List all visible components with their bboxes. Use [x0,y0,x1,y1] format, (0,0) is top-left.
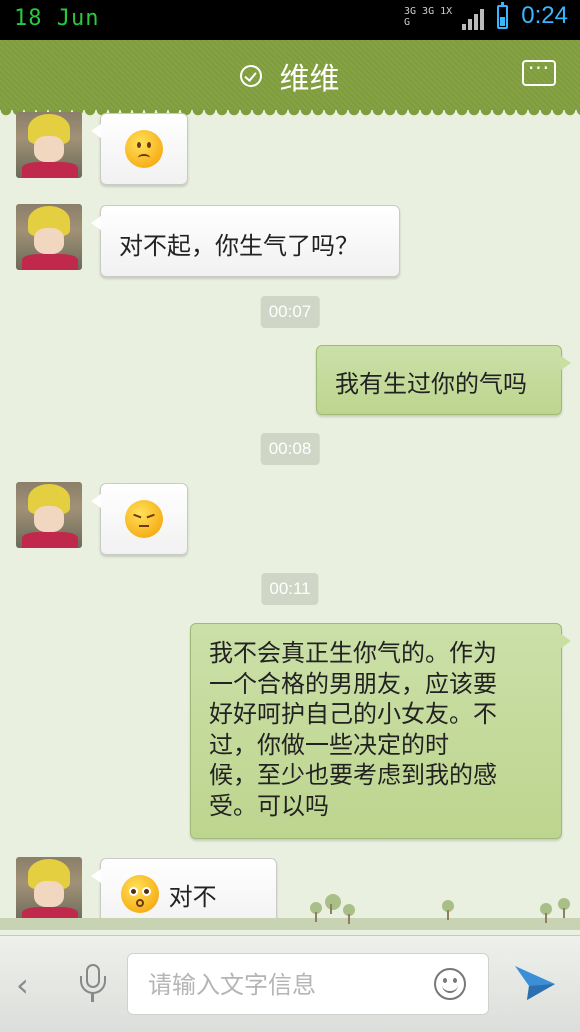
tree-decoration [310,902,322,922]
chevron-left-icon[interactable]: ‹ [16,966,29,1004]
tree-decoration [558,898,570,918]
message-line: 我不会真正生你气的。作为 [209,639,497,667]
contact-avatar[interactable] [16,204,82,270]
battery-icon [497,2,508,29]
message-timestamp: 00:08 [260,433,320,465]
message-timestamp: 00:07 [260,296,320,328]
status-time: 0:24 [521,2,568,29]
message-text: 我有生过你的气吗 [335,370,527,398]
message-line: 好好呵护自己的小女友。不 [209,700,497,728]
message-timestamp: 00:11 [261,573,319,605]
chat-header: 维维 ··· [0,40,580,116]
input-bar: ‹ [0,935,580,1032]
message-line: 一个合格的男朋友，应该要 [209,669,497,698]
network-indicator: 3G 3G 1X G [404,6,453,28]
contact-name[interactable]: 维维 [280,62,340,97]
emoji-picker-icon[interactable] [434,968,466,1000]
message-line: 过，你做一些决定的时 [209,730,449,759]
message-input-box[interactable] [127,953,489,1016]
more-menu-button[interactable]: ··· [522,58,556,86]
decorative-ground [0,918,580,930]
message-bubble-outgoing[interactable]: 我有生过你的气吗 [316,345,571,415]
check-circle-icon [240,65,263,87]
message-input[interactable] [146,954,430,1016]
microphone-icon[interactable] [78,964,108,1006]
message-bubble-incoming[interactable] [91,113,188,185]
signal-icon [462,8,484,30]
squint-face-icon [125,500,163,538]
sad-face-icon [125,130,163,168]
status-date: 18 Jun [14,6,100,31]
tree-decoration [325,894,341,914]
message-bubble-incoming[interactable] [91,483,188,555]
message-line: 受。可以吗 [209,791,329,820]
blushing-face-icon [121,875,159,913]
message-text: 对不起，你生气了吗？ [119,232,359,260]
contact-avatar[interactable] [16,857,82,923]
more-menu-icon: ··· [527,56,551,80]
contact-avatar[interactable] [16,112,82,178]
message-list[interactable]: 对不起，你生气了吗？ 00:07 我有生过你的气吗 00:08 00:11 我不… [0,110,580,930]
message-bubble-outgoing[interactable]: 我不会真正生你气的。作为 一个合格的男朋友，应该要 好好呵护自己的小女友。不 过… [190,623,571,839]
tree-decoration [442,900,454,920]
title-group: 维维 [0,54,580,98]
message-line: 候，至少也要考虑到我的感 [209,761,497,789]
tree-decoration [540,903,552,923]
message-bubble-incoming[interactable]: 对不起，你生气了吗？ [91,205,400,277]
send-icon[interactable] [513,962,557,1006]
status-bar: 18 Jun 3G 3G 1X G 0:24 [0,0,580,40]
contact-avatar[interactable] [16,482,82,548]
tree-decoration [343,904,355,924]
